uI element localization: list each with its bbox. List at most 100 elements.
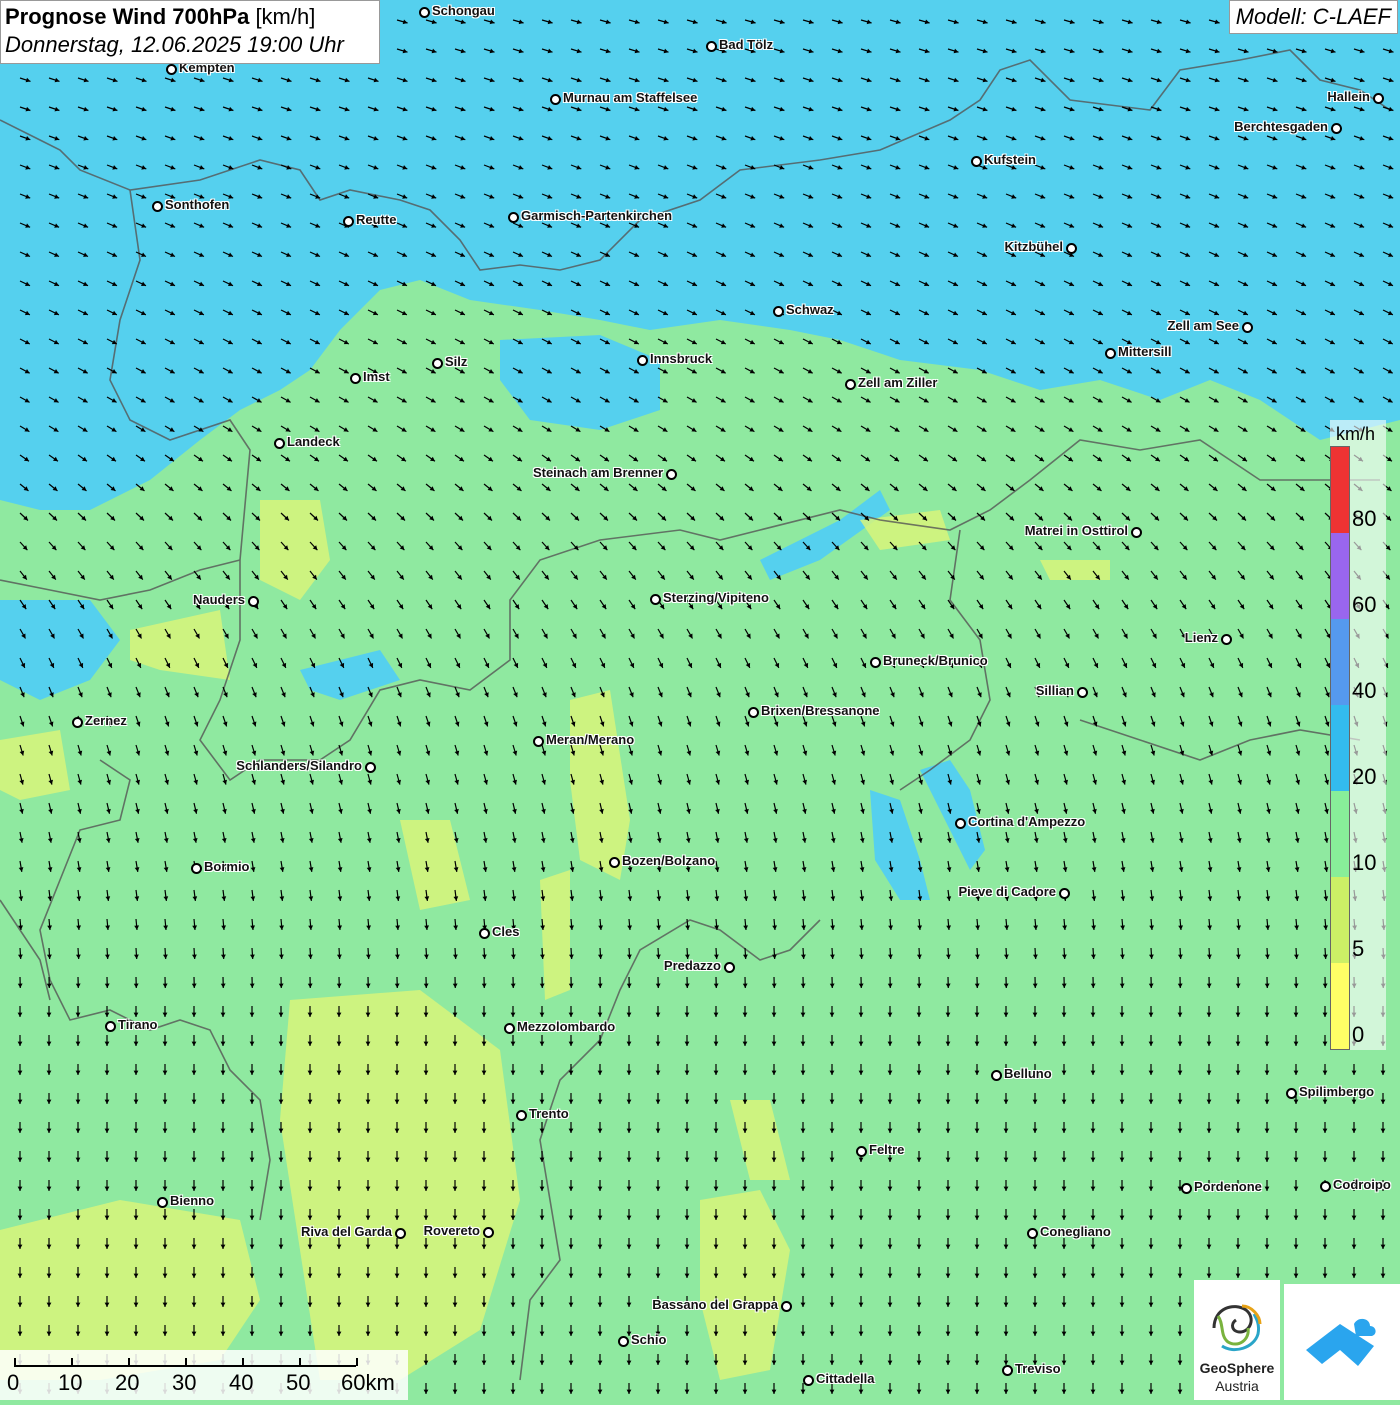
city-dot-icon — [748, 707, 759, 718]
city-dot-icon — [274, 438, 285, 449]
city-dot-icon — [166, 64, 177, 75]
city-dot-icon — [1286, 1088, 1297, 1099]
scale-label: 0 — [7, 1370, 19, 1396]
city-label: Treviso — [1015, 1361, 1061, 1376]
city-label: Pordenone — [1194, 1179, 1262, 1194]
city-label: Bozen/Bolzano — [622, 853, 715, 868]
city-label: Conegliano — [1040, 1224, 1111, 1239]
scale-label: 60km — [341, 1370, 395, 1396]
city-dot-icon — [479, 928, 490, 939]
map-title-box: Prognose Wind 700hPa [km/h] Donnerstag, … — [0, 0, 380, 64]
legend-segment-10 — [1331, 791, 1349, 877]
city-label: Codroipo — [1333, 1177, 1391, 1192]
legend-segment-5 — [1331, 877, 1349, 963]
weather-app-logo[interactable] — [1284, 1284, 1400, 1400]
scale-tick — [299, 1358, 301, 1366]
city-dot-icon — [350, 373, 361, 384]
geosphere-logo[interactable]: GeoSphere Austria — [1194, 1280, 1280, 1400]
city-label: Mittersill — [1118, 344, 1171, 359]
city-dot-icon — [666, 469, 677, 480]
map-subtitle: Donnerstag, 12.06.2025 19:00 Uhr — [5, 32, 375, 58]
city-dot-icon — [1105, 348, 1116, 359]
city-label: Tirano — [118, 1017, 158, 1032]
city-dot-icon — [1242, 322, 1253, 333]
city-dot-icon — [1331, 123, 1342, 134]
city-label: Steinach am Brenner — [533, 465, 663, 480]
city-label: Sterzing/Vipiteno — [663, 590, 769, 605]
light-wind-zone-11 — [1040, 560, 1110, 580]
city-label: Zell am Ziller — [858, 375, 937, 390]
city-dot-icon — [191, 863, 202, 874]
legend-bar — [1330, 446, 1350, 1050]
city-label: Predazzo — [664, 958, 721, 973]
city-dot-icon — [533, 736, 544, 747]
city-label: Bienno — [170, 1193, 214, 1208]
legend-unit: km/h — [1336, 424, 1375, 445]
city-dot-icon — [248, 596, 259, 607]
city-dot-icon — [1221, 634, 1232, 645]
city-dot-icon — [971, 156, 982, 167]
legend-segment-60 — [1331, 533, 1349, 619]
legend-tick-10: 10 — [1352, 850, 1376, 876]
light-wind-zone-8 — [540, 870, 570, 1000]
city-dot-icon — [1002, 1365, 1013, 1376]
city-dot-icon — [845, 379, 856, 390]
legend-tick-40: 40 — [1352, 678, 1376, 704]
scale-tick — [185, 1358, 187, 1366]
city-label: Bassano del Grappa — [652, 1297, 778, 1312]
city-label: Zernez — [85, 713, 127, 728]
city-label: Mezzolombardo — [517, 1019, 615, 1034]
city-dot-icon — [991, 1070, 1002, 1081]
city-dot-icon — [508, 212, 519, 223]
city-label: Trento — [529, 1106, 569, 1121]
light-wind-zone-3 — [0, 730, 70, 800]
geosphere-text-line1: GeoSphere — [1194, 1360, 1280, 1376]
city-label: Hallein — [1327, 89, 1370, 104]
city-dot-icon — [870, 657, 881, 668]
scale-label: 10 — [58, 1370, 82, 1396]
legend-segment-80plus — [1331, 447, 1349, 533]
legend-tick-20: 20 — [1352, 764, 1376, 790]
city-label: Zell am See — [1167, 318, 1239, 333]
city-dot-icon — [395, 1228, 406, 1239]
city-dot-icon — [1059, 888, 1070, 899]
city-dot-icon — [432, 358, 443, 369]
scale-tick — [14, 1358, 16, 1366]
city-label: Cles — [492, 924, 519, 939]
city-dot-icon — [1077, 687, 1088, 698]
scale-bar: 0 10 20 30 40 50 60km — [0, 1350, 408, 1400]
city-label: Meran/Merano — [546, 732, 634, 747]
scale-label: 30 — [172, 1370, 196, 1396]
city-dot-icon — [955, 818, 966, 829]
city-label: Schio — [631, 1332, 666, 1347]
city-label: Bad Tölz — [719, 37, 773, 52]
city-dot-icon — [365, 762, 376, 773]
city-dot-icon — [157, 1197, 168, 1208]
city-label: Cortina d'Ampezzo — [968, 814, 1085, 829]
city-dot-icon — [419, 7, 430, 18]
scale-label: 40 — [229, 1370, 253, 1396]
city-dot-icon — [105, 1021, 116, 1032]
legend-tick-80: 80 — [1352, 506, 1376, 532]
scale-tick — [128, 1358, 130, 1366]
title-unit: [km/h] — [255, 4, 315, 29]
city-dot-icon — [516, 1110, 527, 1121]
city-label: Lienz — [1185, 630, 1218, 645]
city-label: Spilimbergo — [1299, 1084, 1374, 1099]
city-dot-icon — [773, 306, 784, 317]
city-dot-icon — [856, 1146, 867, 1157]
city-label: Berchtesgaden — [1234, 119, 1328, 134]
model-label: Modell: C-LAEF — [1229, 0, 1398, 34]
city-dot-icon — [550, 94, 561, 105]
city-dot-icon — [483, 1227, 494, 1238]
color-legend: km/h 80 60 40 20 10 5 0 — [1330, 420, 1386, 1050]
city-dot-icon — [637, 355, 648, 366]
city-label: Schongau — [432, 3, 495, 18]
scale-label: 20 — [115, 1370, 139, 1396]
city-label: Schlanders/Silandro — [236, 758, 362, 773]
city-label: Riva del Garda — [301, 1224, 392, 1239]
city-label: Sonthofen — [165, 197, 229, 212]
city-dot-icon — [1320, 1181, 1331, 1192]
geosphere-emblem-icon — [1194, 1288, 1280, 1368]
legend-segment-20 — [1331, 705, 1349, 791]
